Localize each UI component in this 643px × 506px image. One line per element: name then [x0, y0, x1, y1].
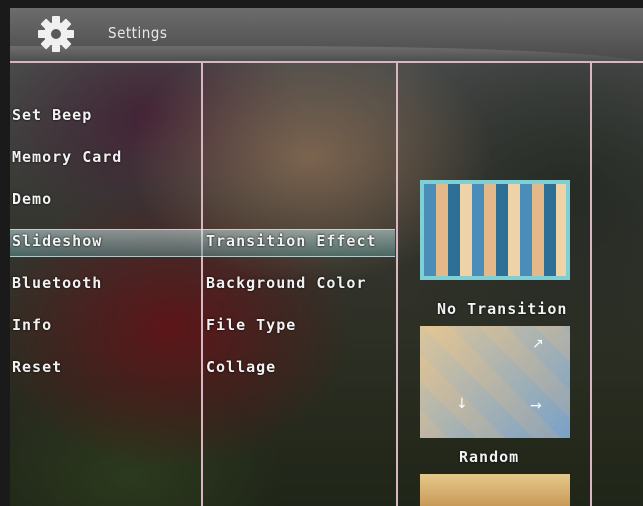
- menu-item-reset[interactable]: Reset: [12, 358, 62, 376]
- menu-item-slideshow[interactable]: Slideshow: [12, 232, 102, 250]
- no-transition-thumbnail[interactable]: [420, 180, 570, 280]
- menu-item-info[interactable]: Info: [12, 316, 52, 334]
- page-title: Settings: [108, 24, 168, 42]
- column-divider-1: [201, 62, 203, 506]
- arrow-up-right-icon: ↗: [532, 336, 544, 352]
- header-divider: [10, 61, 643, 63]
- column-divider-2: [396, 62, 398, 506]
- submenu-item-background-color[interactable]: Background Color: [206, 274, 367, 292]
- header-bar: [10, 8, 643, 64]
- menu-item-set-beep[interactable]: Set Beep: [12, 106, 92, 124]
- column-divider-3: [590, 62, 592, 506]
- gear-icon: [38, 16, 74, 52]
- submenu-item-transition-effect[interactable]: Transition Effect: [206, 232, 377, 250]
- arrow-down-icon: ↓: [456, 396, 468, 412]
- submenu-item-collage[interactable]: Collage: [206, 358, 276, 376]
- next-transition-thumbnail[interactable]: [420, 474, 570, 506]
- option-no-transition-label[interactable]: No Transition: [437, 300, 567, 318]
- submenu-item-file-type[interactable]: File Type: [206, 316, 296, 334]
- menu-item-bluetooth[interactable]: Bluetooth: [12, 274, 102, 292]
- menu-item-memory-card[interactable]: Memory Card: [12, 148, 122, 166]
- option-random-label[interactable]: Random: [459, 448, 519, 466]
- random-transition-thumbnail[interactable]: ↓ → ↗: [420, 326, 570, 438]
- arrow-right-icon: →: [530, 398, 542, 414]
- menu-item-demo[interactable]: Demo: [12, 190, 52, 208]
